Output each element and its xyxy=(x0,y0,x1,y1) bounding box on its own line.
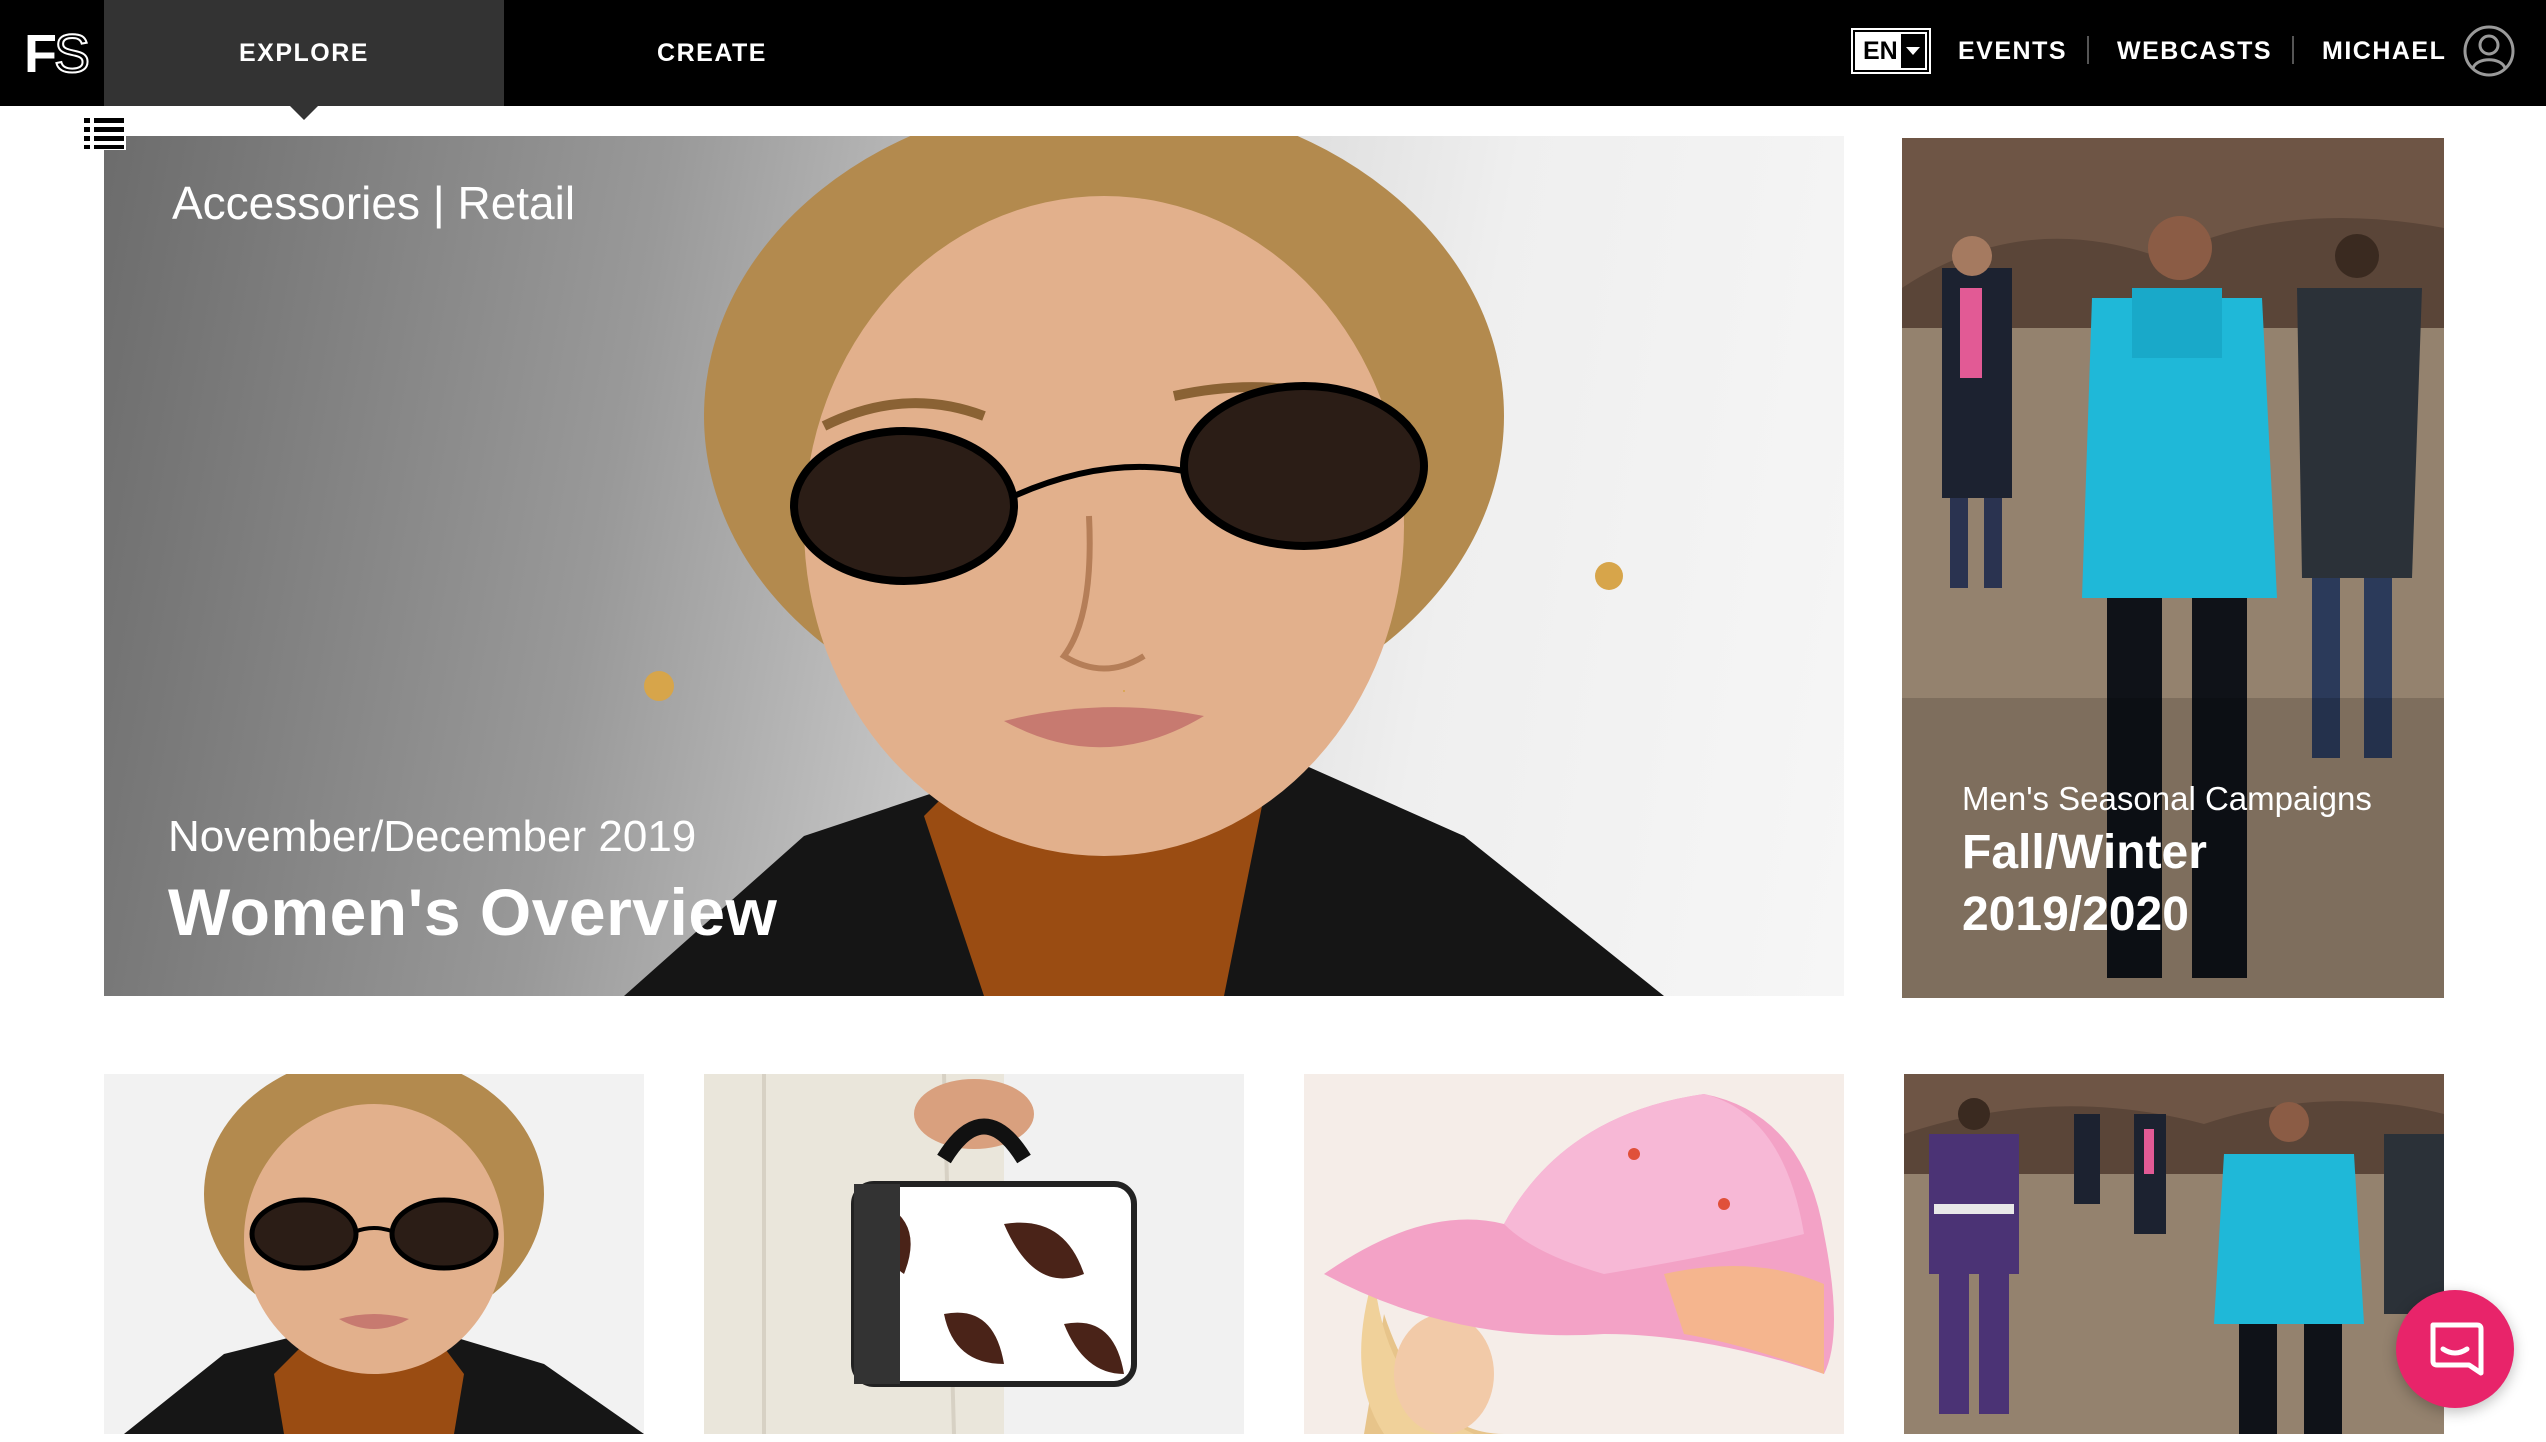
side-feature-title: Fall/Winter 2019/2020 xyxy=(1962,826,2207,941)
thumbnail-image-desert-campaign xyxy=(1904,1074,2444,1434)
thumbnail-card[interactable] xyxy=(704,1074,1244,1434)
tab-explore-label: EXPLORE xyxy=(239,38,369,67)
language-select[interactable]: EN xyxy=(1851,28,1931,74)
events-link-label: EVENTS xyxy=(1958,36,2068,65)
side-feature-subtitle: Men's Seasonal Campaigns xyxy=(1962,780,2372,817)
user-circle-icon[interactable] xyxy=(2462,24,2516,78)
svg-text:S: S xyxy=(54,24,90,80)
webcasts-link-label: WEBCASTS xyxy=(2117,36,2273,65)
chevron-down-icon xyxy=(1900,34,1925,68)
tab-create[interactable]: CREATE xyxy=(540,0,884,106)
fs-logo[interactable]: F S xyxy=(24,24,104,80)
list-menu-icon[interactable] xyxy=(84,116,126,150)
side-feature-card[interactable]: Men's Seasonal Campaigns Fall/Winter 201… xyxy=(1902,138,2444,998)
thumbnail-image-woman-sunglasses xyxy=(124,1074,644,1434)
chat-button[interactable] xyxy=(2396,1290,2514,1408)
hero-date: November/December 2019 xyxy=(168,812,697,861)
hero-image xyxy=(624,136,1664,996)
chat-bubble-icon xyxy=(2430,1322,2484,1376)
tab-create-label: CREATE xyxy=(657,38,767,67)
tab-explore[interactable]: EXPLORE xyxy=(104,0,504,120)
nav-divider xyxy=(2292,36,2294,64)
language-value: EN xyxy=(1863,36,1898,65)
thumbnail-image-handbag xyxy=(704,1074,1137,1434)
hero-title: Women's Overview xyxy=(168,875,778,949)
webcasts-link[interactable]: WEBCASTS xyxy=(2117,30,2272,72)
hero-category: Accessories | Retail xyxy=(172,177,576,229)
thumbnail-card[interactable] xyxy=(104,1074,644,1434)
events-link[interactable]: EVENTS xyxy=(1958,30,2067,72)
thumbnail-card[interactable] xyxy=(1304,1074,1844,1434)
svg-text:F: F xyxy=(24,24,57,80)
account-link[interactable]: MICHAEL xyxy=(2322,30,2446,72)
account-name: MICHAEL xyxy=(2322,36,2447,65)
hero-feature-card[interactable]: Accessories | Retail November/December 2… xyxy=(104,136,1844,996)
thumbnail-card[interactable] xyxy=(1904,1074,2444,1434)
nav-divider xyxy=(2087,36,2089,64)
top-nav: F S EXPLORE CREATE EN EVENTS WEBCASTS MI… xyxy=(0,0,2546,120)
thumbnail-image-bucket-hat xyxy=(1324,1094,1834,1434)
